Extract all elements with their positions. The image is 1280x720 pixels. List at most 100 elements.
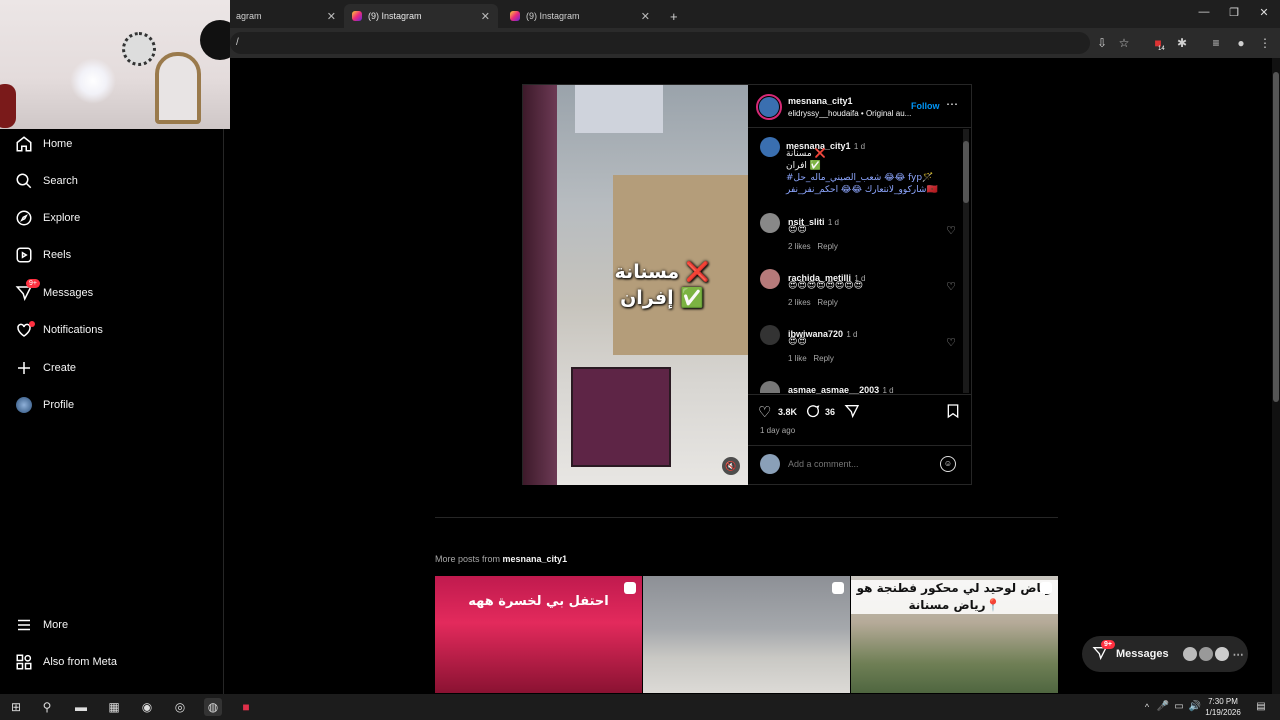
caption-hashtags-1[interactable]: #شعب_الصيني_ماله_حل 😂😂 fyp🪄: [786, 173, 956, 183]
comment-likes[interactable]: 2 likes: [788, 298, 811, 307]
chrome-icon[interactable]: ◍: [204, 698, 222, 716]
search-icon: [14, 171, 34, 191]
more-post-thumb-2[interactable]: [643, 576, 850, 693]
store-icon[interactable]: ▦: [105, 698, 123, 716]
more-posts-username[interactable]: mesnana_city1: [503, 554, 568, 564]
extensions-puzzle-icon[interactable]: ✱: [1174, 35, 1190, 51]
mute-icon[interactable]: 🔇: [722, 457, 740, 475]
sidebar-item-label: Home: [43, 138, 73, 150]
sidebar-item-profile[interactable]: Profile: [14, 393, 74, 417]
address-bar[interactable]: /: [230, 32, 1090, 54]
commenter-avatar[interactable]: [760, 325, 780, 348]
sidebar-item-label: Search: [43, 175, 78, 187]
instagram-sidebar: Home Search Explore Reels 9+ Messages No…: [0, 129, 224, 700]
shop-wall: [523, 85, 557, 485]
notification-dot: [29, 321, 35, 327]
windows-start-icon[interactable]: ⊞: [7, 698, 25, 716]
extension-icon[interactable]: ■ 14: [1150, 35, 1166, 52]
commenter-avatar[interactable]: [760, 213, 780, 236]
bookmark-star-icon[interactable]: ☆: [1116, 35, 1132, 51]
add-comment-input[interactable]: [788, 456, 928, 472]
comment-like-icon[interactable]: ♡: [946, 336, 956, 349]
sidebar-item-label: Profile: [43, 399, 75, 411]
more-posts-prefix: More posts from: [435, 554, 503, 564]
file-explorer-icon[interactable]: ▬: [72, 698, 90, 716]
tab-instagram-3[interactable]: (9) Instagram ✕: [502, 4, 658, 28]
discord-icon[interactable]: ◉: [138, 698, 156, 716]
comments-scrollbar-thumb[interactable]: [963, 141, 969, 203]
app-icon[interactable]: ■: [237, 698, 255, 716]
profile-avatar-icon[interactable]: ●: [1233, 35, 1249, 51]
tab-instagram-2[interactable]: (9) Instagram ✕: [344, 4, 498, 28]
reply-button[interactable]: Reply: [813, 354, 833, 363]
comment-text: 😍😍😍😍😍😍😍😍: [788, 281, 864, 291]
compass-icon: [14, 208, 34, 228]
reply-button[interactable]: Reply: [817, 242, 837, 251]
comment-count[interactable]: 36: [825, 407, 835, 417]
caption-line-2: افران ✅: [786, 161, 821, 171]
more-options-icon[interactable]: ⋯: [946, 97, 958, 111]
messages-pill[interactable]: 9+ Messages ⋯: [1082, 636, 1248, 672]
close-tab-icon[interactable]: ✕: [327, 10, 336, 23]
save-icon[interactable]: [945, 403, 961, 419]
page-scrollbar-thumb[interactable]: [1273, 72, 1279, 402]
red-object: [0, 84, 16, 128]
instagram-favicon-icon: [352, 11, 362, 21]
reply-button[interactable]: Reply: [817, 298, 837, 307]
thumb-overlay-text: احتفل بي لخسرة ههه: [468, 594, 609, 609]
like-count[interactable]: 3.8K: [778, 407, 797, 417]
more-post-thumb-1[interactable]: احتفل بي لخسرة ههه: [435, 576, 642, 693]
close-window-icon[interactable]: ✕: [1254, 6, 1274, 22]
comment-like-icon[interactable]: ♡: [946, 280, 956, 293]
emoji-icon[interactable]: ☺: [940, 456, 956, 472]
sidebar-item-search[interactable]: Search: [14, 169, 78, 193]
author-username[interactable]: mesnana_city1: [788, 96, 853, 106]
comment-likes[interactable]: 2 likes: [788, 242, 811, 251]
comments-scrollbar[interactable]: [963, 129, 969, 393]
shop-sign: [575, 85, 663, 133]
sidebar-item-explore[interactable]: Explore: [14, 206, 80, 230]
sidebar-item-messages[interactable]: 9+ Messages: [14, 279, 93, 305]
clock[interactable]: 7:30 PM 1/19/2026: [1200, 696, 1246, 718]
sidebar-item-home[interactable]: Home: [14, 132, 72, 156]
commenter-avatar[interactable]: [760, 269, 780, 292]
audio-attribution[interactable]: elidryssy__houdaifa • Original au...: [788, 109, 911, 118]
comment-icon[interactable]: [805, 403, 821, 419]
more-post-thumb-3[interactable]: رياض لوحيد لي محكور فطنجة هو رياض مسنانة…: [851, 576, 1058, 693]
post-timestamp[interactable]: 1 day ago: [760, 426, 795, 435]
sidebar-item-more[interactable]: More: [14, 613, 68, 637]
sidebar-item-reels[interactable]: Reels: [14, 243, 71, 267]
browser-menu-icon[interactable]: ⋮: [1257, 35, 1273, 51]
tab-instagram-1[interactable]: agram ✕: [228, 4, 344, 28]
clock-date: 1/19/2026: [1205, 708, 1241, 717]
author-avatar[interactable]: [756, 94, 782, 120]
wall-mirror: [155, 52, 201, 124]
sidebar-item-create[interactable]: Create: [14, 356, 76, 380]
taskbar-search-icon[interactable]: ⚲: [38, 698, 56, 716]
reel-icon: [1040, 582, 1052, 594]
like-icon[interactable]: ♡: [758, 403, 771, 421]
caption-hashtags-2[interactable]: شاركوو_لانتعارك 😂😂 احكم_نفر_نفر🇲🇦: [786, 185, 956, 195]
restore-icon[interactable]: ❐: [1224, 6, 1244, 22]
reel-video[interactable]: مسنانة ❌ إفران ✅ 🔇: [523, 85, 748, 485]
follow-button[interactable]: Follow: [911, 101, 940, 111]
page-scrollbar[interactable]: [1272, 58, 1280, 694]
notification-center-icon[interactable]: ▤: [1252, 698, 1270, 716]
comment-likes[interactable]: 1 like: [788, 354, 807, 363]
obs-icon[interactable]: ◎: [171, 698, 189, 716]
close-tab-icon[interactable]: ✕: [641, 10, 650, 23]
install-icon[interactable]: ⇩: [1094, 35, 1110, 51]
new-tab-button[interactable]: +: [662, 4, 682, 28]
share-icon[interactable]: [844, 403, 860, 419]
footer-divider: [748, 445, 972, 446]
close-tab-icon[interactable]: ✕: [481, 10, 490, 23]
media-control-icon[interactable]: ≡: [1208, 35, 1224, 51]
minimize-icon[interactable]: —: [1194, 6, 1214, 22]
caption-time: 1 d: [853, 142, 866, 151]
sidebar-item-meta[interactable]: Also from Meta: [14, 650, 117, 674]
messages-pill-label: Messages: [1116, 648, 1169, 660]
video-overlay-text: مسنانة ❌ إفران ✅: [587, 259, 737, 311]
comment-like-icon[interactable]: ♡: [946, 224, 956, 237]
caption-avatar[interactable]: [760, 137, 780, 160]
sidebar-item-notifications[interactable]: Notifications: [14, 318, 103, 342]
